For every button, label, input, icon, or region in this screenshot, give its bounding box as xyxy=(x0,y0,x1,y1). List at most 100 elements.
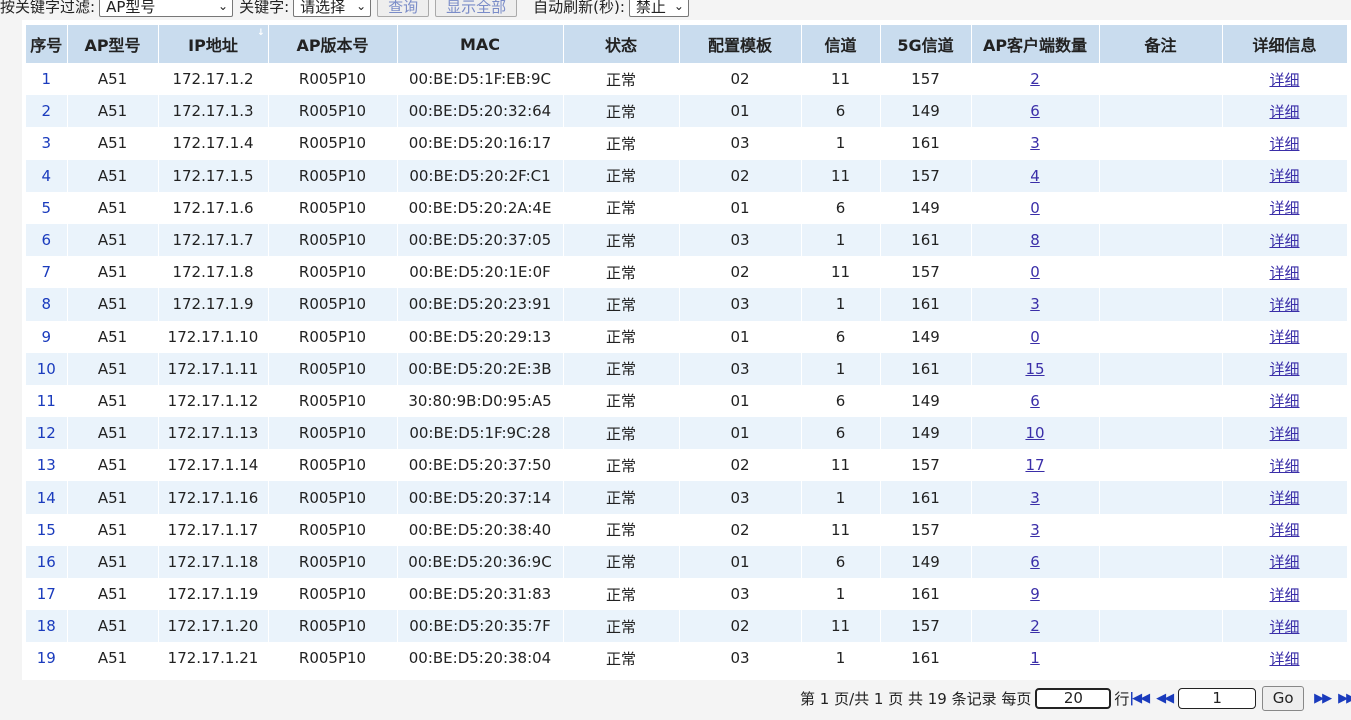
cell-index[interactable]: 7 xyxy=(26,256,68,289)
detail-link[interactable]: 详细 xyxy=(1269,618,1299,636)
cell-index[interactable]: 12 xyxy=(26,417,68,450)
detail-link[interactable]: 详细 xyxy=(1269,232,1299,250)
cell-index[interactable]: 14 xyxy=(26,481,68,514)
detail-link[interactable]: 详细 xyxy=(1269,650,1299,668)
client-count-link[interactable]: 0 xyxy=(1030,328,1040,346)
query-button[interactable]: 查询 xyxy=(377,0,430,17)
table-row[interactable]: 13 A51 172.17.1.14 R005P10 00:BE:D5:20:37:50… xyxy=(26,449,1348,482)
client-count-link[interactable]: 17 xyxy=(1025,456,1044,474)
col-header-note[interactable]: 备注 xyxy=(1099,25,1223,63)
table-row[interactable]: 1 A51 172.17.1.2 R005P10 00:BE:D5:1F:EB:9C 正常… xyxy=(26,63,1348,96)
detail-link[interactable]: 详细 xyxy=(1269,135,1299,153)
col-header-model[interactable]: AP型号 xyxy=(67,25,159,63)
cell-index[interactable]: 9 xyxy=(26,320,68,353)
table-row[interactable]: 10 A51 172.17.1.11 R005P10 00:BE:D5:20:2E:3B… xyxy=(26,352,1348,385)
keyword-select[interactable]: 请选择 ⌄ xyxy=(293,0,372,17)
cell-index[interactable]: 8 xyxy=(26,288,68,321)
client-count-link[interactable]: 3 xyxy=(1030,134,1040,152)
client-count-link[interactable]: 10 xyxy=(1025,424,1044,442)
cell-index[interactable]: 11 xyxy=(26,384,68,418)
go-button[interactable]: Go xyxy=(1262,685,1305,711)
next-page-icon[interactable]: ▶▶ xyxy=(1314,691,1332,706)
table-row[interactable]: 16 A51 172.17.1.18 R005P10 00:BE:D5:20:36:9C… xyxy=(26,545,1348,578)
col-header-ip[interactable]: IP地址 ↓ xyxy=(158,25,269,63)
cell-index[interactable]: 18 xyxy=(26,610,68,643)
per-page-input[interactable]: 20 xyxy=(1035,687,1112,709)
table-row[interactable]: 7 A51 172.17.1.8 R005P10 00:BE:D5:20:1E:0F 正常… xyxy=(26,256,1348,289)
detail-link[interactable]: 详细 xyxy=(1269,553,1299,571)
table-row[interactable]: 18 A51 172.17.1.20 R005P10 00:BE:D5:20:35:7F… xyxy=(26,610,1348,643)
detail-link[interactable]: 详细 xyxy=(1269,103,1299,121)
col-header-channel[interactable]: 信道 xyxy=(801,25,881,63)
table-row[interactable]: 12 A51 172.17.1.13 R005P10 00:BE:D5:1F:9C:28… xyxy=(26,417,1348,450)
detail-link[interactable]: 详细 xyxy=(1269,457,1299,475)
detail-link[interactable]: 详细 xyxy=(1269,296,1299,314)
col-header-template[interactable]: 配置模板 xyxy=(679,25,802,63)
cell-index[interactable]: 3 xyxy=(26,127,68,160)
detail-link[interactable]: 详细 xyxy=(1269,360,1299,378)
detail-link[interactable]: 详细 xyxy=(1269,425,1299,443)
client-count-link[interactable]: 4 xyxy=(1030,167,1040,185)
field-select[interactable]: AP型号 ⌄ xyxy=(99,0,234,17)
col-header-index[interactable]: 序号 xyxy=(26,25,68,63)
detail-link[interactable]: 详细 xyxy=(1269,489,1299,507)
table-row[interactable]: 11 A51 172.17.1.12 R005P10 30:80:9B:D0:95:A5… xyxy=(26,384,1348,418)
detail-link[interactable]: 详细 xyxy=(1269,521,1299,539)
table-row[interactable]: 14 A51 172.17.1.16 R005P10 00:BE:D5:20:37:14… xyxy=(26,481,1348,514)
cell-index[interactable]: 10 xyxy=(26,352,68,385)
col-header-mac[interactable]: MAC xyxy=(397,25,564,63)
client-count-link[interactable]: 2 xyxy=(1030,70,1040,88)
detail-link[interactable]: 详细 xyxy=(1269,167,1299,185)
cell-index[interactable]: 17 xyxy=(26,578,68,611)
client-count-link[interactable]: 6 xyxy=(1030,553,1040,571)
page-number-input[interactable]: 1 xyxy=(1178,687,1257,709)
client-count-link[interactable]: 6 xyxy=(1030,102,1040,120)
show-all-button[interactable]: 显示全部 xyxy=(435,0,518,17)
col-header-version[interactable]: AP版本号 xyxy=(268,25,398,63)
prev-page-icon[interactable]: ◀◀ xyxy=(1156,691,1174,706)
client-count-link[interactable]: 1 xyxy=(1030,649,1040,667)
client-count-link[interactable]: 15 xyxy=(1025,360,1044,378)
detail-link[interactable]: 详细 xyxy=(1269,199,1299,217)
client-count-link[interactable]: 9 xyxy=(1030,585,1040,603)
first-page-icon[interactable]: |◀◀ xyxy=(1129,691,1150,706)
table-row[interactable]: 19 A51 172.17.1.21 R005P10 00:BE:D5:20:38:04… xyxy=(26,642,1348,675)
client-count-link[interactable]: 3 xyxy=(1030,295,1040,313)
client-count-link[interactable]: 0 xyxy=(1030,199,1040,217)
cell-index[interactable]: 2 xyxy=(26,95,68,128)
cell-index[interactable]: 4 xyxy=(26,159,68,192)
cell-index[interactable]: 5 xyxy=(26,191,68,224)
cell-index[interactable]: 16 xyxy=(26,545,68,578)
client-count-link[interactable]: 3 xyxy=(1030,489,1040,507)
table-row[interactable]: 2 A51 172.17.1.3 R005P10 00:BE:D5:20:32:64 正常… xyxy=(26,95,1348,128)
table-row[interactable]: 4 A51 172.17.1.5 R005P10 00:BE:D5:20:2F:C1 正常… xyxy=(26,159,1348,192)
table-row[interactable]: 6 A51 172.17.1.7 R005P10 00:BE:D5:20:37:05 正常… xyxy=(26,223,1348,257)
cell-index[interactable]: 1 xyxy=(26,63,68,96)
col-header-status[interactable]: 状态 xyxy=(563,25,680,63)
client-count-link[interactable]: 0 xyxy=(1030,263,1040,281)
cell-index[interactable]: 15 xyxy=(26,513,68,546)
table-row[interactable]: 8 A51 172.17.1.9 R005P10 00:BE:D5:20:23:91 正常… xyxy=(26,288,1348,321)
table-row[interactable]: 15 A51 172.17.1.17 R005P10 00:BE:D5:20:38:40… xyxy=(26,513,1348,546)
client-count-link[interactable]: 2 xyxy=(1030,617,1040,635)
auto-refresh-select[interactable]: 禁止 ⌄ xyxy=(628,0,689,17)
client-count-link[interactable]: 6 xyxy=(1030,392,1040,410)
table-row[interactable]: 5 A51 172.17.1.6 R005P10 00:BE:D5:20:2A:4E 正常… xyxy=(26,191,1348,224)
cell-index[interactable]: 13 xyxy=(26,449,68,482)
col-header-client-count[interactable]: AP客户端数量 xyxy=(971,25,1100,63)
table-row[interactable]: 17 A51 172.17.1.19 R005P10 00:BE:D5:20:31:83… xyxy=(26,578,1348,611)
detail-link[interactable]: 详细 xyxy=(1269,586,1299,604)
detail-link[interactable]: 详细 xyxy=(1269,392,1299,410)
table-row[interactable]: 9 A51 172.17.1.10 R005P10 00:BE:D5:20:29:13 正… xyxy=(26,320,1348,353)
detail-link[interactable]: 详细 xyxy=(1269,264,1299,282)
table-row[interactable]: 3 A51 172.17.1.4 R005P10 00:BE:D5:20:16:17 正常… xyxy=(26,127,1348,160)
detail-link[interactable]: 详细 xyxy=(1269,328,1299,346)
cell-index[interactable]: 19 xyxy=(26,642,68,675)
col-header-detail[interactable]: 详细信息 xyxy=(1222,25,1348,63)
last-page-icon[interactable]: ▶▶| xyxy=(1338,691,1351,706)
col-header-5g-channel[interactable]: 5G信道 xyxy=(880,25,972,63)
client-count-link[interactable]: 3 xyxy=(1030,521,1040,539)
cell-index[interactable]: 6 xyxy=(26,223,68,257)
client-count-link[interactable]: 8 xyxy=(1030,231,1040,249)
detail-link[interactable]: 详细 xyxy=(1269,71,1299,89)
